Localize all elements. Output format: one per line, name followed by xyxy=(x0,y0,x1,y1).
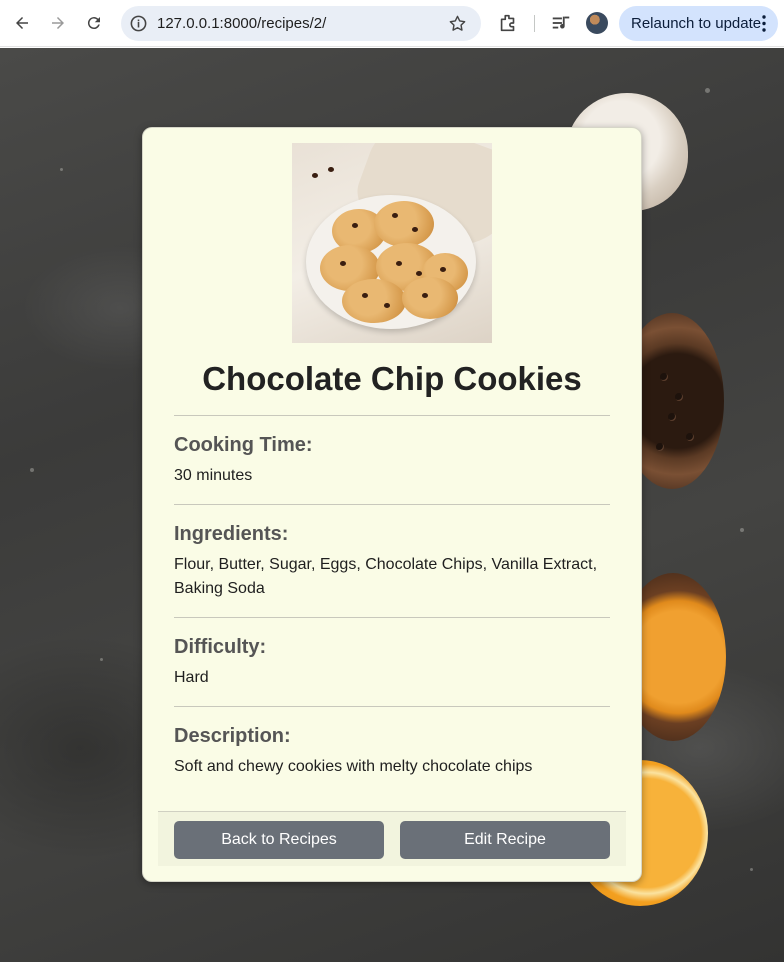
chocolate-chip xyxy=(362,293,368,298)
description-label: Description: xyxy=(174,725,291,747)
chocolate-chip xyxy=(384,303,390,308)
difficulty-label: Difficulty: xyxy=(174,636,267,658)
section-divider xyxy=(174,415,610,416)
url-text[interactable]: 127.0.0.1:8000/recipes/2/ xyxy=(157,15,326,32)
ingredients-value: Flour, Butter, Sugar, Eggs, Chocolate Ch… xyxy=(174,556,598,597)
media-control-icon[interactable] xyxy=(550,12,572,34)
chocolate-chip xyxy=(416,271,422,276)
chocolate-chip xyxy=(422,293,428,298)
bookmark-star-icon[interactable] xyxy=(448,14,467,33)
edit-recipe-button[interactable]: Edit Recipe xyxy=(400,821,610,859)
section-divider xyxy=(174,617,610,618)
card-footer: Back to Recipes Edit Recipe xyxy=(158,811,626,866)
reload-icon[interactable] xyxy=(79,8,109,38)
recipe-title: Chocolate Chip Cookies xyxy=(202,360,582,397)
chocolate-chip xyxy=(312,173,318,178)
background-speck xyxy=(30,468,34,472)
peppercorn xyxy=(675,393,683,401)
chocolate-chip xyxy=(328,167,334,172)
browser-toolbar: 127.0.0.1:8000/recipes/2/ Relaunch to up… xyxy=(0,0,784,47)
background-speck xyxy=(750,868,753,871)
background-speck xyxy=(60,168,63,171)
peppercorn xyxy=(668,413,676,421)
background-speck xyxy=(740,528,744,532)
cookie-shape xyxy=(402,277,458,319)
chocolate-chip xyxy=(396,261,402,266)
relaunch-to-update-button[interactable]: Relaunch to update xyxy=(619,6,778,41)
ingredients-label: Ingredients: xyxy=(174,523,289,545)
chocolate-chip xyxy=(340,261,346,266)
cookie-shape xyxy=(342,279,406,323)
toolbar-divider xyxy=(534,15,535,32)
site-info-icon[interactable] xyxy=(129,14,148,33)
section-divider xyxy=(174,706,610,707)
back-to-recipes-button[interactable]: Back to Recipes xyxy=(174,821,384,859)
recipe-card: Chocolate Chip Cookies Cooking Time: 30 … xyxy=(142,127,642,882)
background-speck xyxy=(100,658,103,661)
cooking-time-value: 30 minutes xyxy=(174,467,253,484)
background-speck xyxy=(705,88,710,93)
more-menu-icon[interactable] xyxy=(762,15,766,32)
address-bar[interactable]: 127.0.0.1:8000/recipes/2/ xyxy=(121,6,481,41)
chocolate-chip xyxy=(412,227,418,232)
peppercorn xyxy=(660,373,668,381)
chocolate-chip xyxy=(440,267,446,272)
forward-arrow-icon[interactable] xyxy=(43,8,73,38)
description-value: Soft and chewy cookies with melty chocol… xyxy=(174,758,533,775)
peppercorn xyxy=(656,443,664,451)
difficulty-value: Hard xyxy=(174,669,209,686)
peppercorn xyxy=(686,433,694,441)
cookie-shape xyxy=(374,201,434,247)
extensions-puzzle-icon[interactable] xyxy=(497,12,519,34)
chocolate-chip xyxy=(352,223,358,228)
page-background: Chocolate Chip Cookies Cooking Time: 30 … xyxy=(0,48,784,962)
recipe-photo xyxy=(292,143,492,343)
section-divider xyxy=(174,504,610,505)
profile-avatar[interactable] xyxy=(586,12,608,34)
chocolate-chip xyxy=(392,213,398,218)
relaunch-label: Relaunch to update xyxy=(631,15,762,32)
cooking-time-label: Cooking Time: xyxy=(174,434,313,456)
back-arrow-icon[interactable] xyxy=(7,8,37,38)
